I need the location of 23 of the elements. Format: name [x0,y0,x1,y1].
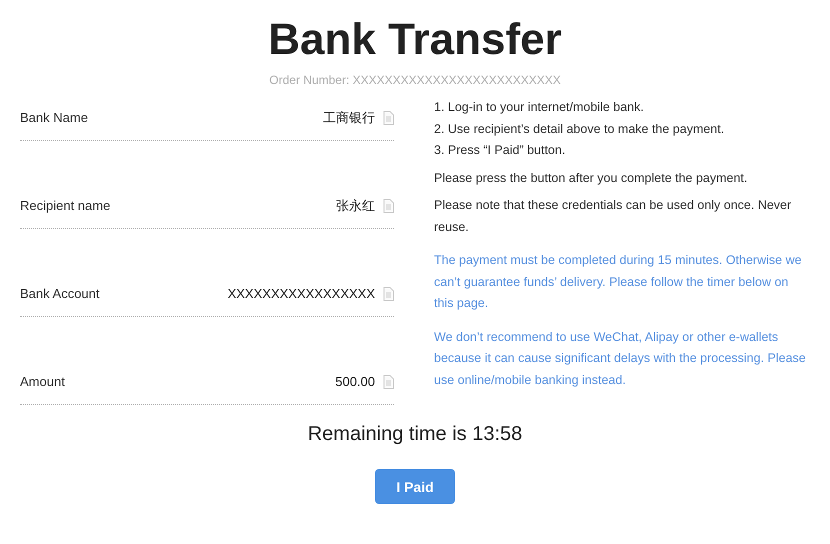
instruction-step: 3. Press “I Paid” button. [434,140,810,162]
detail-label: Bank Account [20,286,100,301]
detail-value: 张永红 [336,196,375,214]
copy-icon[interactable] [382,110,394,124]
page-title: Bank Transfer [268,14,562,66]
order-number: Order Number: XXXXXXXXXXXXXXXXXXXXXXXXXX [269,72,561,88]
detail-label: Bank Name [20,110,88,125]
instruction-step: 1. Log-in to your internet/mobile bank. [434,97,810,118]
info-note: Please press the button after you complete the payment. [434,170,748,187]
remaining-time: Remaining time is 13:58 [308,422,522,447]
copy-icon[interactable] [382,198,394,212]
copy-icon[interactable] [382,374,394,388]
detail-label: Amount [20,374,65,389]
info-note: Please note that these credentials can be used only once. Never reuse. [434,197,792,236]
i-paid-button[interactable]: I Paid [375,469,455,504]
detail-value: 工商银行 [323,108,375,126]
warning-note: We don’t recommend to use WeChat, Alipay or other e-wallets because it can cause significant delays with the processing. Please use online/mobile banking instead. [434,328,807,389]
detail-value: XXXXXXXXXXXXXXXXX [228,286,375,301]
copy-icon[interactable] [382,286,394,300]
detail-value: 500.00 [335,374,375,389]
warning-note: The payment must be completed during 15 minutes. Otherwise we can’t guarantee funds’ delivery. Please follow the timer below on this page. [434,252,803,312]
instruction-step: 2. Use recipient’s detail above to make the payment. [434,118,810,140]
detail-label: Recipient name [20,198,110,213]
